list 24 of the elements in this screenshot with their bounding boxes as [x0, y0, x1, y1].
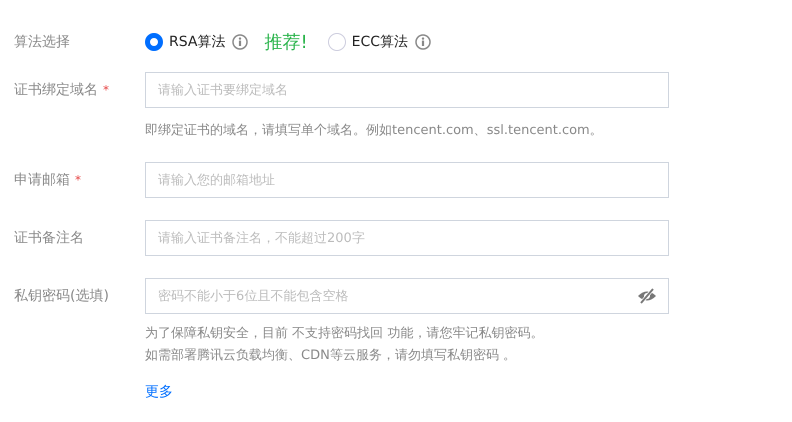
field-label: 证书绑定域名: [14, 82, 98, 98]
radio-option[interactable]: ECC算法: [328, 33, 408, 51]
help-text: 为了保障私钥安全，目前 不支持密码找回 功能，请您牢记私钥密码。: [145, 325, 544, 343]
recommend-note: 推荐!: [264, 31, 308, 54]
input-field[interactable]: 密码不能小于6位且不能包含空格: [145, 278, 669, 314]
info-icon[interactable]: [232, 34, 248, 50]
required-mark: *: [103, 83, 109, 97]
required-mark: *: [75, 173, 81, 187]
more-link[interactable]: 更多: [145, 384, 173, 400]
option-label: ECC算法: [352, 33, 408, 51]
input-field[interactable]: 请输入证书要绑定域名: [145, 72, 669, 108]
radio-option[interactable]: RSA算法: [145, 33, 226, 51]
eye-slash-icon[interactable]: [637, 288, 657, 304]
field-label: 证书备注名: [14, 230, 84, 246]
input-field[interactable]: 请输入证书备注名，不能超过200字: [145, 220, 669, 256]
help-text: 即绑定证书的域名，请填写单个域名。例如tencent.com、ssl.tencent.com。: [145, 122, 604, 140]
field-label: 算法选择: [14, 33, 71, 51]
field-label: 私钥密码(选填): [14, 288, 109, 304]
option-label: RSA算法: [169, 33, 226, 51]
field-label: 申请邮箱: [14, 172, 70, 188]
input-field[interactable]: 请输入您的邮箱地址: [145, 162, 669, 198]
radio-button[interactable]: [145, 33, 163, 51]
info-icon[interactable]: [415, 34, 432, 50]
help-text: 如需部署腾讯云负载均衡、CDN等云服务，请勿填写私钥密码 。: [145, 347, 517, 365]
